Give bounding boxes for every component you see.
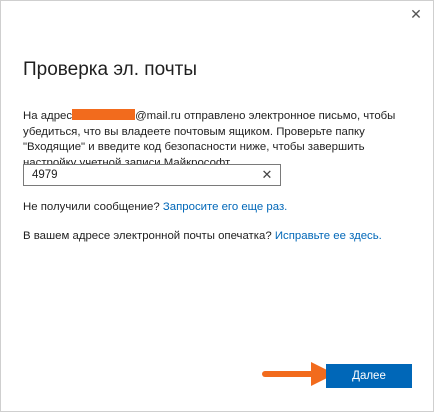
- instructions-text: На адрес @mail.ru отправлено электронное …: [23, 109, 418, 171]
- no-message-line: Не получили сообщение? Запросите его еще…: [23, 201, 287, 213]
- redacted-email: [72, 109, 136, 120]
- security-code-input[interactable]: [24, 165, 262, 185]
- next-button[interactable]: Далее: [326, 364, 412, 388]
- no-message-text: Не получили сообщение?: [23, 201, 160, 213]
- page-title: Проверка эл. почты: [23, 59, 197, 80]
- resend-code-link[interactable]: Запросите его еще раз.: [163, 201, 287, 213]
- typo-text: В вашем адресе электронной почты опечатк…: [23, 230, 272, 242]
- close-icon[interactable]: ✕: [407, 5, 425, 23]
- typo-line: В вашем адресе электронной почты опечатк…: [23, 230, 382, 242]
- verify-email-dialog: ✕ Проверка эл. почты На адрес @mail.ru от…: [0, 0, 434, 412]
- security-code-field[interactable]: ✕: [23, 164, 281, 186]
- title-bar: ✕: [1, 1, 433, 27]
- instructions-prefix: На адрес: [23, 110, 73, 122]
- fix-email-link[interactable]: Исправьте ее здесь.: [275, 230, 382, 242]
- clear-icon[interactable]: ✕: [260, 167, 274, 183]
